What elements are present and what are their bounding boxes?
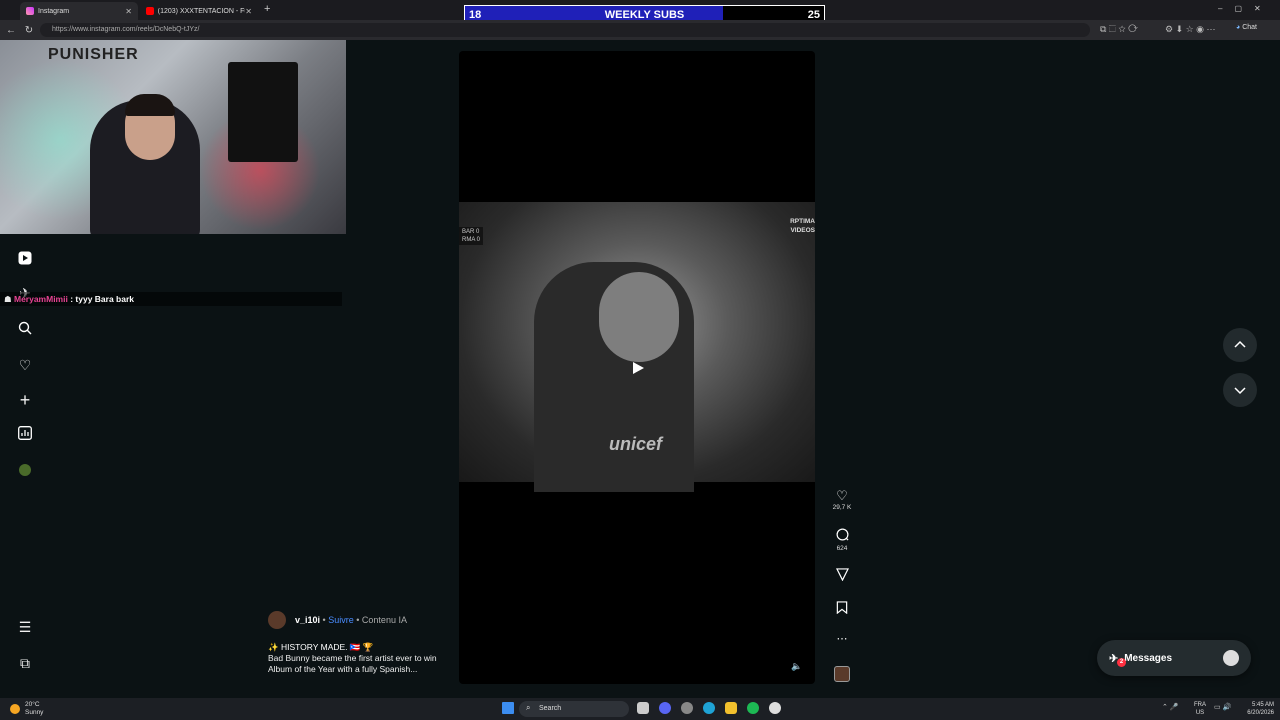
more-apps-icon[interactable]: ⧉	[16, 654, 34, 672]
instagram-favicon-icon	[26, 7, 34, 15]
heart-icon[interactable]: ♡	[832, 488, 852, 503]
more-options-icon[interactable]: ⋯	[832, 632, 852, 645]
bullet: •	[356, 615, 360, 625]
task-view-icon[interactable]	[637, 702, 649, 714]
new-tab-button[interactable]: +	[264, 3, 270, 15]
close-window-icon[interactable]: ✕	[1254, 4, 1273, 13]
weather-widget[interactable]: 20°C Sunny	[10, 701, 43, 717]
language-indicator[interactable]: FRA US	[1194, 701, 1206, 717]
insights-icon[interactable]	[16, 426, 34, 444]
caption-header: v_i10i • Suivre • Contenu IA	[295, 615, 407, 625]
unread-badge: 2	[1117, 658, 1126, 667]
url-input[interactable]: https://www.instagram.com/reels/DcNebQ-t…	[40, 23, 1090, 37]
spotify-icon[interactable]	[747, 702, 759, 714]
lang-top: FRA	[1194, 702, 1206, 708]
lang-bottom: US	[1195, 710, 1205, 716]
settings-icon[interactable]	[681, 702, 693, 714]
score-line: RMA 0	[462, 237, 481, 243]
comment-icon[interactable]	[832, 528, 852, 544]
chat-button[interactable]: ◕ Chat	[1236, 24, 1257, 31]
taskbar-clock[interactable]: 5:45 AM 6/20/2026	[1240, 701, 1274, 717]
messages-label: Messages	[1124, 652, 1173, 664]
follow-button[interactable]: Suivre	[328, 615, 354, 625]
comment-action[interactable]: 624	[832, 528, 852, 552]
create-icon[interactable]: +	[16, 391, 34, 409]
mute-icon[interactable]: 🔈	[791, 661, 802, 672]
chat-user-icon: ☗	[4, 294, 14, 304]
share-icon[interactable]	[832, 568, 852, 586]
messages-button[interactable]: ✈ 2 Messages	[1097, 640, 1251, 676]
chat-text: tyyy Bara bark	[75, 294, 134, 304]
profile-avatar[interactable]	[16, 462, 34, 480]
tray-icons[interactable]: ⌃ 🎤	[1162, 703, 1179, 711]
shirt-sponsor-text: unicef	[609, 434, 663, 454]
taskbar-search-input[interactable]: Search	[519, 701, 629, 717]
tab-label: Instagram	[38, 7, 70, 15]
next-reel-button[interactable]	[1223, 373, 1257, 407]
system-tray-icons[interactable]: ▭ 🔊	[1214, 703, 1231, 711]
caption-title: ✨ HISTORY MADE. 🇵🇷 🏆	[268, 642, 374, 652]
streamer-hair	[125, 94, 175, 116]
player-face	[599, 272, 679, 362]
watermark-line: VIDEOS	[790, 227, 815, 234]
close-icon[interactable]: ✕	[125, 7, 132, 16]
edge-icon[interactable]	[703, 702, 715, 714]
reel-player[interactable]: unicef BAR 0 RMA 0 RPTIMA VIDEOS 🔈	[459, 51, 815, 684]
menu-icon[interactable]: ☰	[16, 618, 34, 636]
webcam-overlay: PUNISHER	[0, 40, 346, 234]
avatar	[1223, 650, 1239, 666]
clock-time: 5:45 AM	[1251, 702, 1274, 708]
chat-label: Chat	[1242, 24, 1257, 31]
reels-icon[interactable]	[16, 251, 34, 269]
windows-start-icon[interactable]	[502, 702, 514, 714]
weather-temp: 20°C	[25, 701, 40, 708]
file-explorer-icon[interactable]	[725, 702, 737, 714]
chat-username: MeryamMimii	[13, 294, 68, 304]
video-watermark: RPTIMA VIDEOS	[790, 217, 815, 235]
score-line: BAR 0	[462, 229, 480, 235]
maximize-icon[interactable]: ▢	[1234, 4, 1254, 13]
scoreboard: BAR 0 RMA 0	[459, 227, 484, 245]
heart-icon[interactable]: ♡	[16, 356, 34, 374]
close-icon[interactable]: ✕	[245, 7, 252, 16]
reload-icon[interactable]: ↻	[20, 25, 38, 36]
watermark-line: RPTIMA	[790, 218, 815, 225]
bullet: •	[322, 615, 326, 625]
like-count: 29,7 K	[832, 504, 852, 511]
tab-youtube[interactable]: (1203) XXXTENTACION - Fuck Lov ✕	[140, 2, 258, 20]
reel-video-frame[interactable]: unicef BAR 0 RMA 0 RPTIMA VIDEOS	[459, 202, 815, 492]
clock-date: 6/20/2026	[1247, 710, 1274, 716]
weather-desc: Sunny	[25, 709, 44, 716]
youtube-favicon-icon	[146, 7, 154, 15]
like-action[interactable]: ♡ 29,7 K	[832, 488, 852, 511]
author-username[interactable]: v_i10i	[295, 615, 320, 625]
extensions-icon[interactable]: ⧉ ⬚ ☆ ⟳	[1100, 24, 1138, 35]
wall-tv	[228, 62, 298, 162]
play-icon[interactable]	[631, 361, 645, 375]
ai-content-label: Contenu IA	[361, 615, 407, 625]
audio-thumbnail[interactable]	[834, 666, 850, 682]
author-avatar[interactable]	[268, 611, 286, 629]
toolbar-icons[interactable]: ⚙ ⬇ ☆ ◉ ⋯	[1165, 24, 1216, 35]
caption-body[interactable]: Bad Bunny became the first artist ever t…	[268, 653, 443, 675]
tab-instagram[interactable]: Instagram ✕	[20, 2, 138, 20]
minimize-icon[interactable]: –	[1218, 4, 1234, 13]
discord-icon[interactable]	[659, 702, 671, 714]
copilot-icon: ◕	[1236, 24, 1241, 31]
window-controls: –▢✕	[1218, 4, 1273, 13]
tab-label: (1203) XXXTENTACION - Fuck Lov	[157, 7, 246, 15]
comment-count: 624	[836, 545, 848, 552]
punisher-wall-logo: PUNISHER	[48, 46, 139, 63]
previous-reel-button[interactable]	[1223, 328, 1257, 362]
search-icon[interactable]	[16, 321, 34, 339]
back-icon[interactable]: ←	[2, 25, 20, 36]
save-icon[interactable]	[832, 601, 852, 619]
chrome-icon[interactable]	[769, 702, 781, 714]
sun-icon	[10, 704, 20, 714]
search-icon: ⌕	[526, 703, 531, 712]
stream-chat-message: ☗ MeryamMimii : tyyy Bara bark	[0, 292, 342, 306]
